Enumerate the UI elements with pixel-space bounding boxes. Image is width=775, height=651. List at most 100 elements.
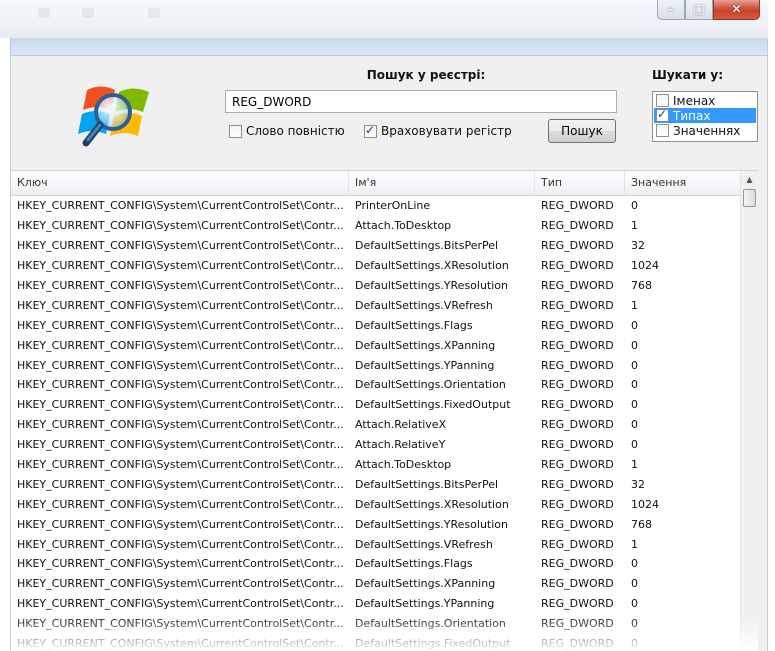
table-row[interactable]: HKEY_CURRENT_CONFIG\System\CurrentContro…: [11, 256, 758, 276]
cell-value: 0: [631, 318, 638, 332]
cell-value: 32: [631, 239, 645, 253]
table-row[interactable]: HKEY_CURRENT_CONFIG\System\CurrentContro…: [11, 216, 758, 236]
cell-name: DefaultSettings.FixedOutput: [355, 398, 511, 412]
cell-name: PrinterOnLine: [355, 199, 431, 213]
title-bar-icon: [82, 8, 94, 18]
cell-key: HKEY_CURRENT_CONFIG\System\CurrentContro…: [17, 259, 344, 273]
cell-key: HKEY_CURRENT_CONFIG\System\CurrentContro…: [17, 637, 344, 651]
cell-key: HKEY_CURRENT_CONFIG\System\CurrentContro…: [17, 597, 344, 611]
table-row[interactable]: HKEY_CURRENT_CONFIG\System\CurrentContro…: [11, 276, 758, 296]
main-window: Пошук у реєстрі: Слово повністю Враховув…: [10, 38, 768, 651]
cell-type: REG_DWORD: [541, 458, 614, 472]
minimize-button[interactable]: –: [657, 0, 685, 20]
table-row[interactable]: HKEY_CURRENT_CONFIG\System\CurrentContro…: [11, 534, 758, 554]
cell-value: 0: [631, 637, 638, 651]
cell-name: Attach.RelativeX: [355, 418, 447, 432]
table-row[interactable]: HKEY_CURRENT_CONFIG\System\CurrentContro…: [11, 455, 758, 475]
whole-word-checkbox[interactable]: [229, 124, 242, 138]
cell-type: REG_DWORD: [541, 298, 614, 312]
minimize-icon: –: [668, 2, 674, 16]
whole-word-label: Слово повністю: [246, 124, 345, 138]
table-row[interactable]: HKEY_CURRENT_CONFIG\System\CurrentContro…: [11, 594, 758, 614]
cell-type: REG_DWORD: [541, 597, 614, 611]
cell-name: DefaultSettings.XPanning: [355, 338, 496, 352]
search-input[interactable]: [225, 90, 617, 113]
cell-key: HKEY_CURRENT_CONFIG\System\CurrentContro…: [17, 279, 344, 292]
maximize-button[interactable]: □: [685, 0, 713, 20]
cell-value: 1: [631, 458, 638, 472]
cell-value: 0: [631, 617, 638, 631]
table-row[interactable]: HKEY_CURRENT_CONFIG\System\CurrentContro…: [11, 494, 758, 514]
results-table[interactable]: Ключ Ім'я Тип Значення HKEY_CURRENT_CONF…: [11, 170, 758, 651]
table-row[interactable]: HKEY_CURRENT_CONFIG\System\CurrentContro…: [11, 634, 758, 651]
cell-name: DefaultSettings.VRefresh: [355, 537, 493, 551]
cell-name: DefaultSettings.YPanning: [355, 358, 495, 372]
values-checkbox[interactable]: [656, 124, 669, 137]
table-row[interactable]: HKEY_CURRENT_CONFIG\System\CurrentContro…: [11, 435, 758, 455]
table-row[interactable]: HKEY_CURRENT_CONFIG\System\CurrentContro…: [11, 315, 758, 335]
cell-type: REG_DWORD: [541, 279, 614, 292]
cell-type: REG_DWORD: [541, 557, 614, 571]
column-header-type[interactable]: Тип: [535, 171, 625, 195]
column-header-name[interactable]: Ім'я: [349, 171, 535, 195]
cell-name: DefaultSettings.BitsPerPel: [355, 239, 499, 253]
cell-type: REG_DWORD: [541, 477, 614, 491]
search-button[interactable]: Пошук: [548, 119, 616, 143]
table-row[interactable]: HKEY_CURRENT_CONFIG\System\CurrentContro…: [11, 614, 758, 634]
table-row[interactable]: HKEY_CURRENT_CONFIG\System\CurrentContro…: [11, 295, 758, 315]
windows-flag-magnifier-icon: [78, 86, 149, 147]
cell-type: REG_DWORD: [541, 318, 614, 332]
cell-value: 0: [631, 597, 638, 611]
search-in-list[interactable]: Іменах Типах Значеннях: [652, 91, 758, 142]
cell-name: DefaultSettings.YPanning: [355, 597, 495, 611]
table-row[interactable]: HKEY_CURRENT_CONFIG\System\CurrentContro…: [11, 196, 758, 216]
table-row[interactable]: HKEY_CURRENT_CONFIG\System\CurrentContro…: [11, 375, 758, 395]
match-case-option[interactable]: Враховувати регістр: [364, 123, 512, 138]
column-header-value[interactable]: Значення: [625, 171, 740, 195]
values-label: Значеннях: [673, 123, 741, 138]
table-row[interactable]: HKEY_CURRENT_CONFIG\System\CurrentContro…: [11, 236, 758, 256]
table-row[interactable]: HKEY_CURRENT_CONFIG\System\CurrentContro…: [11, 514, 758, 534]
cell-value: 768: [631, 279, 652, 292]
column-header-key[interactable]: Ключ: [11, 171, 349, 195]
search-in-names[interactable]: Іменах: [654, 93, 756, 108]
whole-word-option[interactable]: Слово повністю: [229, 124, 345, 138]
table-row[interactable]: HKEY_CURRENT_CONFIG\System\CurrentContro…: [11, 554, 758, 574]
cell-type: REG_DWORD: [541, 637, 614, 651]
cell-key: HKEY_CURRENT_CONFIG\System\CurrentContro…: [17, 477, 344, 491]
search-in-types[interactable]: Типах: [654, 107, 756, 123]
cell-value: 0: [631, 577, 638, 591]
cell-value: 1: [631, 537, 638, 551]
cell-value: 0: [631, 398, 638, 412]
maximize-icon: □: [693, 2, 705, 16]
cell-key: HKEY_CURRENT_CONFIG\System\CurrentContro…: [17, 537, 344, 551]
table-row[interactable]: HKEY_CURRENT_CONFIG\System\CurrentContro…: [11, 474, 758, 494]
title-bar-icon: [148, 8, 160, 18]
cell-type: REG_DWORD: [541, 259, 614, 273]
cell-type: REG_DWORD: [541, 537, 614, 551]
vertical-scrollbar[interactable]: ▲: [740, 171, 758, 651]
cell-type: REG_DWORD: [541, 438, 614, 452]
cell-value: 0: [631, 418, 638, 432]
table-row[interactable]: HKEY_CURRENT_CONFIG\System\CurrentContro…: [11, 574, 758, 594]
cell-value: 1: [631, 219, 638, 233]
title-bar: – □ ✕: [0, 0, 768, 38]
match-case-checkbox[interactable]: [364, 123, 377, 138]
names-checkbox[interactable]: [656, 94, 669, 107]
cell-type: REG_DWORD: [541, 398, 614, 412]
scroll-up-arrow-icon[interactable]: ▲: [741, 171, 758, 188]
cell-key: HKEY_CURRENT_CONFIG\System\CurrentContro…: [17, 318, 344, 332]
table-row[interactable]: HKEY_CURRENT_CONFIG\System\CurrentContro…: [11, 395, 758, 415]
types-checkbox[interactable]: [656, 107, 669, 122]
table-row[interactable]: HKEY_CURRENT_CONFIG\System\CurrentContro…: [11, 335, 758, 355]
table-row[interactable]: HKEY_CURRENT_CONFIG\System\CurrentContro…: [11, 355, 758, 375]
search-in-values[interactable]: Значеннях: [654, 123, 756, 138]
cell-name: DefaultSettings.YResolution: [355, 279, 509, 292]
cell-type: REG_DWORD: [541, 219, 614, 233]
cell-name: Attach.ToDesktop: [355, 458, 452, 472]
scrollbar-thumb[interactable]: [743, 189, 756, 207]
cell-key: HKEY_CURRENT_CONFIG\System\CurrentContro…: [17, 378, 344, 392]
cell-value: 0: [631, 378, 638, 392]
close-button[interactable]: ✕: [713, 0, 760, 20]
table-row[interactable]: HKEY_CURRENT_CONFIG\System\CurrentContro…: [11, 415, 758, 435]
